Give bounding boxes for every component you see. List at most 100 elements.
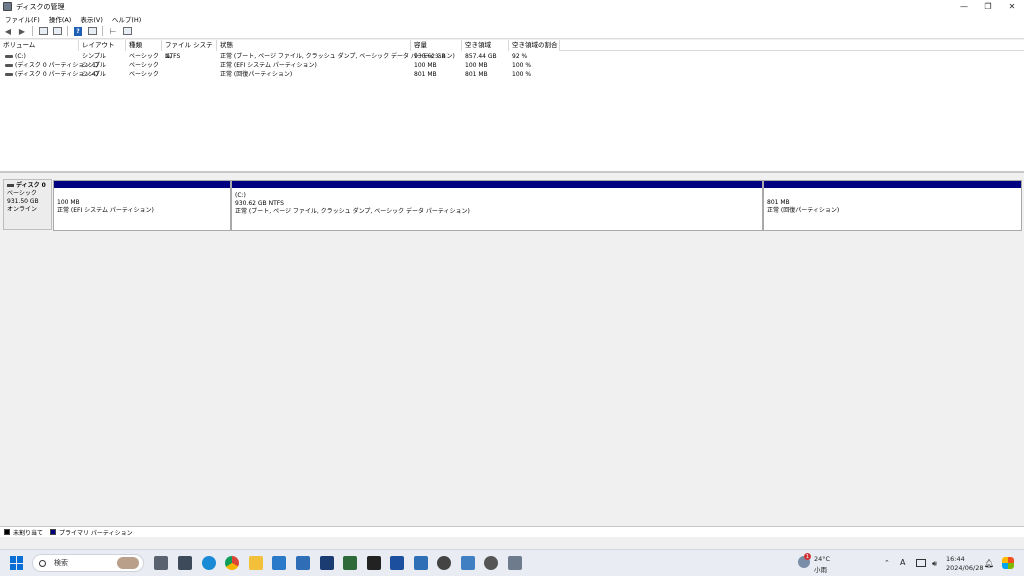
properties-icon[interactable]	[52, 26, 62, 36]
column-header-status[interactable]: 状態	[217, 40, 411, 51]
filesystem-cell: NTFS	[165, 53, 181, 60]
weather-temp[interactable]: 24°C	[814, 555, 830, 563]
clock-date[interactable]: 2024/06/28	[946, 564, 983, 572]
git-icon[interactable]	[343, 556, 357, 570]
powershell-icon[interactable]	[390, 556, 404, 570]
free-space-cell: 857.44 GB	[465, 53, 497, 60]
toolbar-separator	[67, 26, 68, 36]
status-cell: 正常 (EFI システム パーティション)	[220, 62, 317, 69]
filesystem-cell	[162, 70, 165, 79]
menu-help[interactable]: ヘルプ(H)	[109, 14, 144, 24]
column-header-type[interactable]: 種類	[126, 40, 162, 51]
notepad-icon[interactable]	[296, 556, 310, 570]
weather-badge: 1	[804, 553, 811, 560]
taskbar: 検索 1 24°C 小雨 ⌃ A 🔊︎ 16:44 2024/06/28 🔔︎	[0, 549, 1024, 576]
type-cell: ベーシック	[129, 71, 159, 78]
partition-recovery[interactable]: 801 MB 正常 (回復パーティション)	[763, 180, 1022, 231]
search-placeholder: 検索	[54, 559, 68, 567]
task-view-icon[interactable]	[154, 556, 168, 570]
settings-gear-icon[interactable]	[437, 556, 451, 570]
disk-management-taskbar-icon[interactable]	[508, 556, 522, 570]
free-percent-cell: 100 %	[512, 62, 532, 69]
display-icon[interactable]	[916, 559, 926, 567]
layout-cell: シンプル	[82, 53, 106, 60]
volume-list-header: ボリューム レイアウト 種類 ファイル システム 状態 容量 空き領域 空き領域…	[0, 40, 1024, 60]
window-title: ディスクの管理	[16, 2, 65, 11]
list-view-icon[interactable]	[87, 26, 97, 36]
free-percent-cell: 100 %	[512, 71, 532, 78]
gear-icon[interactable]	[484, 556, 498, 570]
search-highlight-icon	[117, 557, 139, 569]
start-windows-icon[interactable]	[10, 556, 24, 570]
file-explorer-icon[interactable]	[249, 556, 263, 570]
copilot-tray-icon[interactable]	[1002, 557, 1014, 569]
edge-icon[interactable]	[202, 556, 216, 570]
close-button[interactable]: ✕	[1000, 0, 1024, 13]
remote-desktop-icon[interactable]	[461, 556, 475, 570]
capacity-cell: 930.62 GB	[414, 53, 446, 60]
forward-arrow-icon[interactable]: ▶	[17, 26, 27, 36]
column-header-free-space[interactable]: 空き領域	[462, 40, 509, 51]
partition-size: 930.62 GB NTFS	[235, 200, 284, 207]
column-header-capacity[interactable]: 容量	[411, 40, 462, 51]
column-header-filesystem[interactable]: ファイル システム	[162, 40, 217, 60]
capacity-cell: 100 MB	[414, 62, 437, 69]
partition-efi[interactable]: 100 MB 正常 (EFI システム パーティション)	[53, 180, 231, 231]
disk-icon	[7, 184, 14, 187]
primary-partition-bar	[54, 181, 230, 188]
window-controls: — ❐ ✕	[952, 0, 1024, 13]
back-arrow-icon[interactable]: ◀	[3, 26, 13, 36]
filesystem-cell	[162, 61, 165, 70]
volume-list: ボリューム レイアウト 種類 ファイル システム 状態 容量 空き領域 空き領域…	[0, 40, 1024, 173]
table-row[interactable]: (C:) シンプル ベーシック NTFS 正常 (ブート, ページ ファイル, …	[0, 52, 1024, 61]
menu-view[interactable]: 表示(V)	[77, 14, 106, 24]
volume-icon[interactable]: 🔊︎	[932, 559, 937, 569]
table-row[interactable]: (ディスク 0 パーティション 4) シンプル ベーシック 正常 (回復パーティ…	[0, 70, 1024, 79]
title-bar: ディスクの管理 — ❐ ✕	[0, 0, 1024, 13]
chrome-icon[interactable]	[225, 556, 239, 570]
clock-time[interactable]: 16:44	[946, 555, 965, 563]
volume-name: (C:)	[15, 53, 26, 60]
partition-c-drive[interactable]: (C:) 930.62 GB NTFS 正常 (ブート, ページ ファイル, ク…	[231, 180, 763, 231]
app-icon[interactable]	[320, 556, 334, 570]
free-space-cell: 801 MB	[465, 71, 488, 78]
table-row[interactable]: (ディスク 0 パーティション 1) シンプル ベーシック 正常 (EFI シス…	[0, 61, 1024, 70]
search-icon	[39, 559, 46, 567]
disk-state: オンライン	[7, 206, 38, 213]
maximize-button[interactable]: ❐	[976, 0, 1000, 13]
taskbar-search[interactable]: 検索	[32, 554, 144, 572]
column-header-layout[interactable]: レイアウト	[79, 40, 126, 51]
disk-0-label[interactable]: ディスク 0 ベーシック 931.50 GB オンライン	[3, 179, 52, 230]
disk-size: 931.50 GB	[7, 198, 39, 205]
menu-action[interactable]: 操作(A)	[46, 14, 75, 24]
free-percent-cell: 92 %	[512, 53, 528, 60]
column-header-free-percent[interactable]: 空き領域の割合	[509, 40, 560, 51]
vscode-icon[interactable]	[272, 556, 286, 570]
status-cell: 正常 (回復パーティション)	[220, 71, 293, 78]
layout-cell: シンプル	[82, 71, 106, 78]
partition-label: (C:)	[235, 192, 246, 199]
console-tree-icon[interactable]	[38, 26, 48, 36]
settings-view-icon[interactable]	[122, 26, 132, 36]
chevron-up-icon[interactable]: ⌃	[884, 559, 890, 567]
weather-desc[interactable]: 小雨	[814, 564, 827, 574]
disk-type: ベーシック	[7, 190, 37, 197]
volume-icon	[5, 55, 13, 58]
check-disk-icon[interactable]: ⊢	[108, 26, 118, 36]
menu-file[interactable]: ファイル(F)	[2, 14, 43, 24]
free-space-cell: 100 MB	[465, 62, 488, 69]
column-header-volume[interactable]: ボリューム	[0, 40, 79, 51]
copilot-icon[interactable]	[178, 556, 192, 570]
menu-bar: ファイル(F) 操作(A) 表示(V) ヘルプ(H)	[0, 13, 1024, 24]
help-icon[interactable]: ?	[73, 26, 83, 36]
photos-icon[interactable]	[414, 556, 428, 570]
minimize-button[interactable]: —	[952, 0, 976, 13]
layout-cell: シンプル	[82, 62, 106, 69]
terminal-icon[interactable]	[367, 556, 381, 570]
notification-bell-icon[interactable]: 🔔︎	[984, 559, 994, 568]
legend-unallocated: 未割り当て	[4, 528, 43, 537]
primary-partition-bar	[764, 181, 1021, 188]
disk-name: ディスク 0	[16, 182, 46, 189]
toolbar: ◀ ▶ ? ⊢	[0, 24, 1024, 39]
ime-indicator[interactable]: A	[900, 558, 905, 567]
